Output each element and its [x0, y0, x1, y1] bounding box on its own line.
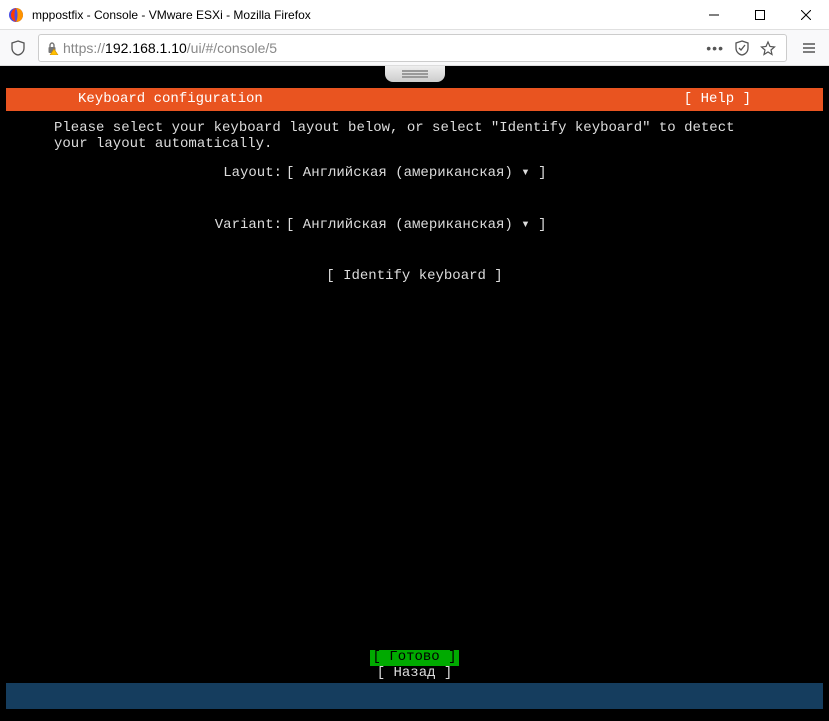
console-viewport: Keyboard configuration [ Help ] Please s…	[0, 66, 829, 721]
page-actions: •••	[702, 36, 780, 60]
tracking-protection-icon[interactable]	[4, 40, 32, 56]
maximize-button[interactable]	[737, 0, 783, 29]
minimize-button[interactable]	[691, 0, 737, 29]
window-titlebar: mppostfix - Console - VMware ESXi - Mozi…	[0, 0, 829, 30]
installer-header-title: Keyboard configuration	[6, 92, 684, 107]
done-button[interactable]: [ Готово ]	[370, 650, 458, 665]
close-button[interactable]	[783, 0, 829, 29]
reader-mode-icon[interactable]	[730, 36, 754, 60]
instructions-text: Please select your keyboard layout below…	[6, 111, 823, 152]
installer-header: Keyboard configuration [ Help ]	[6, 88, 823, 111]
layout-label: Layout:	[6, 166, 286, 181]
address-bar[interactable]: https://192.168.1.10/ui/#/console/5 •••	[38, 34, 787, 62]
vmware-status-bar	[6, 683, 823, 709]
console-pull-tab[interactable]	[385, 66, 445, 82]
console-terminal[interactable]: Keyboard configuration [ Help ] Please s…	[6, 82, 823, 709]
url-text: https://192.168.1.10/ui/#/console/5	[63, 40, 277, 56]
identify-keyboard-button[interactable]: [ Identify keyboard ]	[6, 269, 823, 284]
bookmark-icon[interactable]	[756, 36, 780, 60]
window-title: mppostfix - Console - VMware ESXi - Mozi…	[32, 8, 691, 22]
window-controls	[691, 0, 829, 29]
help-button[interactable]: [ Help ]	[684, 92, 823, 107]
app-menu-button[interactable]	[793, 40, 825, 56]
variant-label: Variant:	[6, 218, 286, 233]
variant-select[interactable]: [ Английская (американская) ▾ ]	[286, 218, 626, 233]
url-bar: https://192.168.1.10/ui/#/console/5 •••	[0, 30, 829, 66]
firefox-icon	[8, 7, 24, 23]
back-button[interactable]: [ Назад ]	[377, 665, 453, 681]
lock-warning-icon	[45, 41, 59, 55]
layout-select[interactable]: [ Английская (американская) ▾ ]	[286, 166, 626, 181]
footer-buttons: [ Готово ] [ Назад ]	[6, 650, 823, 681]
page-actions-icon[interactable]: •••	[702, 36, 728, 60]
